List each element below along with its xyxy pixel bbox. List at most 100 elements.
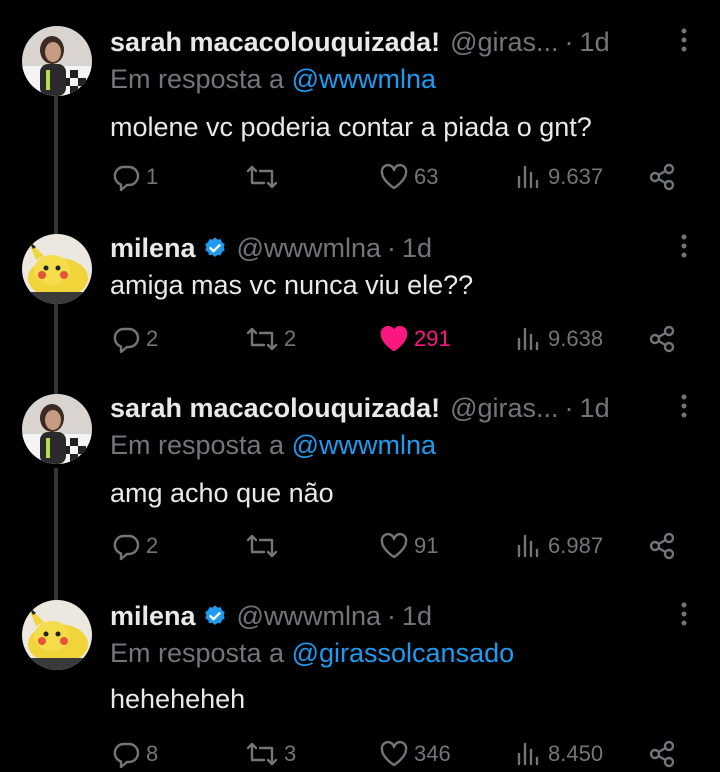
retweet-icon — [246, 327, 278, 351]
user-handle[interactable]: @wwwmlna — [237, 233, 381, 264]
heart-icon — [380, 532, 408, 559]
reply-mention-link[interactable]: @girassolcansado — [292, 638, 515, 668]
tweet[interactable]: sarah macacolouquizada! @giras... · 1d E… — [0, 388, 720, 618]
share-icon — [649, 532, 675, 560]
like-button[interactable]: 91 — [378, 528, 438, 564]
retweet-icon — [246, 742, 278, 766]
tweet-header: milena @wwwmlna · 1d — [110, 596, 432, 636]
like-count: 91 — [414, 533, 439, 558]
share-button[interactable] — [646, 736, 682, 772]
display-name[interactable]: milena — [110, 233, 196, 264]
heart-icon — [380, 163, 408, 190]
share-button[interactable] — [646, 159, 682, 195]
reply-count: 8 — [146, 741, 159, 766]
tweet-header: milena @wwwmlna · 1d — [110, 228, 432, 268]
view-count: 6.987 — [548, 533, 604, 558]
display-name[interactable]: milena — [110, 601, 196, 632]
share-button[interactable] — [646, 528, 682, 564]
share-icon — [649, 163, 675, 191]
views-button[interactable]: 6.987 — [512, 528, 603, 564]
reply-button[interactable]: 2 — [110, 321, 158, 357]
retweet-count: 3 — [284, 741, 297, 766]
heart-filled-icon — [380, 325, 408, 352]
reply-mention-link[interactable]: @wwwmlna — [292, 64, 436, 94]
retweet-button[interactable] — [244, 159, 284, 195]
separator-dot: · — [564, 392, 574, 423]
tweet[interactable]: sarah macacolouquizada! @giras... · 1d E… — [0, 22, 720, 246]
timestamp[interactable]: 1d — [580, 393, 610, 424]
view-count: 9.638 — [548, 326, 604, 351]
like-button[interactable]: 291 — [378, 321, 451, 357]
display-name[interactable]: sarah macacolouquizada! — [110, 27, 440, 58]
reply-mention-link[interactable]: @wwwmlna — [292, 430, 436, 460]
share-icon — [649, 325, 675, 353]
timestamp[interactable]: 1d — [580, 27, 610, 58]
more-options-icon[interactable] — [676, 232, 692, 260]
retweet-button[interactable]: 2 — [244, 321, 296, 357]
tweet-actions: 1 63 9.637 — [0, 159, 720, 195]
views-button[interactable]: 9.638 — [512, 321, 603, 357]
tweet[interactable]: milena @wwwmlna · 1d amiga mas vc nunca … — [0, 228, 720, 402]
girl-photo-avatar — [22, 26, 92, 96]
reply-prefix: Em resposta a — [110, 430, 285, 460]
pikachu-plush-avatar — [22, 600, 92, 670]
tweet-header: sarah macacolouquizada! @giras... · 1d — [110, 388, 610, 428]
like-count: 346 — [414, 741, 451, 766]
user-handle[interactable]: @giras... — [450, 393, 558, 424]
user-handle[interactable]: @giras... — [450, 27, 558, 58]
views-icon — [517, 165, 539, 189]
reply-icon — [113, 534, 140, 561]
share-icon — [649, 740, 675, 768]
reply-button[interactable]: 2 — [110, 528, 158, 564]
separator-dot: · — [564, 26, 574, 57]
heart-icon — [380, 740, 408, 767]
like-count: 63 — [414, 164, 439, 189]
share-button[interactable] — [646, 321, 682, 357]
retweet-icon — [246, 534, 278, 558]
retweet-button[interactable]: 3 — [244, 736, 296, 772]
tweet[interactable]: milena @wwwmlna · 1d Em resposta a @gira… — [0, 596, 720, 772]
separator-dot: · — [386, 600, 396, 631]
reply-count: 1 — [146, 164, 159, 189]
reply-prefix: Em resposta a — [110, 64, 285, 94]
timestamp[interactable]: 1d — [402, 233, 432, 264]
tweet-actions: 8 3 346 8.450 — [0, 736, 720, 772]
avatar[interactable] — [22, 600, 92, 670]
views-icon — [517, 327, 539, 351]
like-button[interactable]: 346 — [378, 736, 451, 772]
more-options-icon[interactable] — [676, 600, 692, 628]
views-button[interactable]: 8.450 — [512, 736, 603, 772]
views-button[interactable]: 9.637 — [512, 159, 603, 195]
avatar[interactable] — [22, 234, 92, 304]
more-options-icon[interactable] — [676, 392, 692, 420]
tweet-text: heheheheh — [110, 684, 246, 714]
avatar[interactable] — [22, 394, 92, 464]
reply-icon — [113, 742, 140, 769]
views-icon — [517, 742, 539, 766]
verified-badge-icon[interactable] — [203, 604, 227, 628]
like-button[interactable]: 63 — [378, 159, 438, 195]
retweet-button[interactable] — [244, 528, 284, 564]
reply-context: Em resposta a @wwwmlna — [110, 64, 436, 95]
tweet-text: amg acho que não — [110, 478, 334, 508]
separator-dot: · — [386, 232, 396, 263]
reply-button[interactable]: 8 — [110, 736, 158, 772]
retweet-icon — [246, 165, 278, 189]
reply-prefix: Em resposta a — [110, 638, 285, 668]
user-handle[interactable]: @wwwmlna — [237, 601, 381, 632]
more-options-icon[interactable] — [676, 26, 692, 54]
display-name[interactable]: sarah macacolouquizada! — [110, 393, 440, 424]
tweet-text: molene vc poderia contar a piada o gnt? — [110, 112, 592, 142]
reply-count: 2 — [146, 326, 159, 351]
tweet-text: amiga mas vc nunca viu ele?? — [110, 270, 474, 300]
retweet-count: 2 — [284, 326, 297, 351]
tweet-actions: 2 91 6.987 — [0, 528, 720, 564]
timestamp[interactable]: 1d — [402, 601, 432, 632]
reply-icon — [113, 327, 140, 354]
reply-icon — [113, 165, 140, 192]
avatar[interactable] — [22, 26, 92, 96]
reply-context: Em resposta a @wwwmlna — [110, 430, 436, 461]
reply-button[interactable]: 1 — [110, 159, 158, 195]
tweet-header: sarah macacolouquizada! @giras... · 1d — [110, 22, 610, 62]
verified-badge-icon[interactable] — [203, 236, 227, 260]
